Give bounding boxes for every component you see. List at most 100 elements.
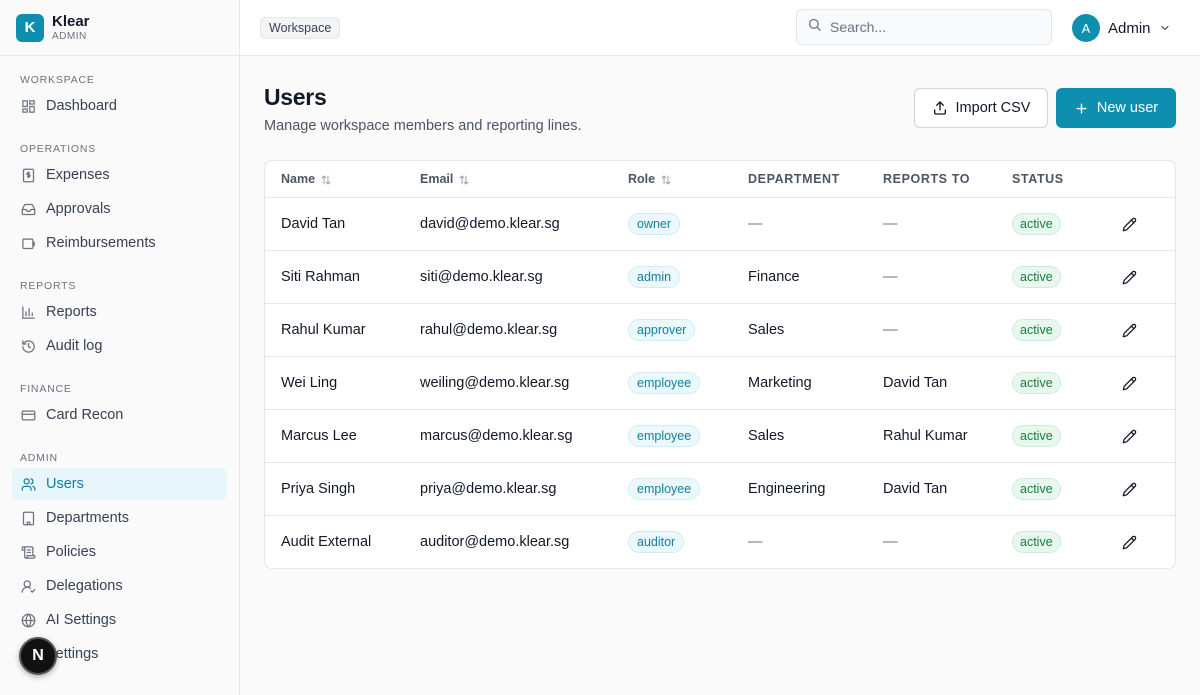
header-role[interactable]: Role <box>628 161 672 198</box>
avatar: A <box>1072 14 1100 42</box>
pencil-icon[interactable] <box>1121 322 1138 339</box>
cell-status: active <box>1012 463 1061 516</box>
nav-section: FINANCE Card Recon <box>12 381 227 431</box>
table-row[interactable]: Priya Singh priya@demo.klear.sg employee En… <box>265 463 1175 516</box>
sidebar-item-reports[interactable]: Reports <box>12 296 227 328</box>
user-menu[interactable]: A Admin <box>1072 14 1171 42</box>
import-csv-button[interactable]: Import CSV <box>914 88 1048 128</box>
header-reports-to: REPORTS TO <box>883 172 971 186</box>
chevron-down-icon <box>1159 22 1171 34</box>
status-badge: active <box>1012 266 1061 289</box>
nav-gap <box>12 433 227 450</box>
pencil-icon[interactable] <box>1121 269 1138 286</box>
dashboard-icon <box>20 98 36 114</box>
globe-icon <box>20 612 36 628</box>
pencil-icon[interactable] <box>1121 428 1138 445</box>
table-row[interactable]: Wei Ling weiling@demo.klear.sg employee Mar… <box>265 357 1175 410</box>
new-user-button[interactable]: New user <box>1056 88 1176 128</box>
cell-email: david@demo.klear.sg <box>420 216 560 232</box>
role-badge: admin <box>628 266 681 289</box>
new-user-label: New user <box>1096 100 1159 116</box>
users-icon <box>20 476 36 492</box>
user-check-icon <box>20 578 36 594</box>
floating-n-button[interactable]: N <box>19 637 57 675</box>
header-email-label: Email <box>420 172 454 186</box>
nav-section: REPORTS Reports Audit log <box>12 278 227 362</box>
breadcrumb[interactable]: Workspace <box>260 17 341 39</box>
cell-reports-to: — <box>883 322 898 338</box>
sidebar-item-approvals[interactable]: Approvals <box>12 193 227 225</box>
cell-email: priya@demo.klear.sg <box>420 481 557 497</box>
header-name[interactable]: Name <box>281 161 332 198</box>
sidebar-item-label: Expenses <box>46 167 110 183</box>
role-badge: owner <box>628 213 681 236</box>
sidebar-item-audit-log[interactable]: Audit log <box>12 330 227 362</box>
search-input[interactable] <box>830 19 1030 35</box>
table-row[interactable]: Audit External auditor@demo.klear.sg audit… <box>265 516 1175 568</box>
brand-logo: K <box>16 13 44 42</box>
sidebar-item-card-recon[interactable]: Card Recon <box>12 399 227 431</box>
status-badge: active <box>1012 425 1061 448</box>
cell-status: active <box>1012 516 1061 568</box>
cell-role: employee <box>628 463 701 516</box>
sidebar-item-reimbursements[interactable]: Reimbursements <box>12 227 227 259</box>
page-title: Users <box>264 84 327 110</box>
sidebar: K Klear ADMIN WORKSPACE Dashboard OPERATIO… <box>0 0 240 695</box>
header-department: DEPARTMENT <box>748 172 840 186</box>
role-badge: auditor <box>628 531 685 554</box>
role-badge: approver <box>628 319 696 342</box>
nav-section: OPERATIONS Expenses Approvals Reimbursement… <box>12 141 227 259</box>
cell-name: Marcus Lee <box>281 428 357 444</box>
cell-status: active <box>1012 304 1061 357</box>
nav-section-label: WORKSPACE <box>20 74 95 86</box>
brand-subtitle: ADMIN <box>52 30 87 42</box>
pencil-icon[interactable] <box>1121 534 1138 551</box>
brand[interactable]: K Klear ADMIN <box>0 0 239 56</box>
pencil-icon[interactable] <box>1121 375 1138 392</box>
cell-reports-to: David Tan <box>883 481 948 497</box>
status-badge: active <box>1012 531 1061 554</box>
sidebar-item-label: Delegations <box>46 578 123 594</box>
cell-status: active <box>1012 410 1061 463</box>
pencil-icon[interactable] <box>1121 216 1138 233</box>
user-name: Admin <box>1108 19 1151 37</box>
table-row[interactable]: Marcus Lee marcus@demo.klear.sg employee Sa… <box>265 410 1175 463</box>
import-csv-label: Import CSV <box>955 100 1031 116</box>
table-row[interactable]: Siti Rahman siti@demo.klear.sg admin Financ… <box>265 251 1175 304</box>
sidebar-item-label: Approvals <box>46 201 111 217</box>
sidebar-item-expenses[interactable]: Expenses <box>12 159 227 191</box>
sidebar-item-users[interactable]: Users <box>12 468 227 500</box>
sidebar-item-ai-settings[interactable]: AI Settings <box>12 604 227 636</box>
cell-role: approver <box>628 304 696 357</box>
table-row[interactable]: David Tan david@demo.klear.sg owner — — activ… <box>265 198 1175 251</box>
cell-name: Siti Rahman <box>281 269 360 285</box>
cell-role: employee <box>628 410 701 463</box>
credit-card-icon <box>20 407 36 423</box>
cell-role: auditor <box>628 516 685 568</box>
building-icon <box>20 510 36 526</box>
sidebar-item-label: Users <box>46 476 84 492</box>
cell-reports-to: David Tan <box>883 375 948 391</box>
cell-department: Engineering <box>748 481 826 497</box>
sort-icon <box>458 174 470 186</box>
cell-email: siti@demo.klear.sg <box>420 269 543 285</box>
nav-section: WORKSPACE Dashboard <box>12 72 227 122</box>
header-email[interactable]: Email <box>420 161 470 198</box>
search-box[interactable] <box>796 9 1052 45</box>
cell-role: admin <box>628 251 681 304</box>
page-subtitle: Manage workspace members and reporting l… <box>264 118 582 134</box>
table-row[interactable]: Rahul Kumar rahul@demo.klear.sg approver Sa… <box>265 304 1175 357</box>
pencil-icon[interactable] <box>1121 481 1138 498</box>
sidebar-item-dashboard[interactable]: Dashboard <box>12 90 227 122</box>
sidebar-item-delegations[interactable]: Delegations <box>12 570 227 602</box>
cell-email: auditor@demo.klear.sg <box>420 534 570 550</box>
nav-section-label: OPERATIONS <box>20 143 97 155</box>
sidebar-item-policies[interactable]: Policies <box>12 536 227 568</box>
cell-department: — <box>748 534 763 550</box>
cell-role: owner <box>628 198 681 251</box>
cell-department: Sales <box>748 322 785 338</box>
cell-status: active <box>1012 251 1061 304</box>
sidebar-item-departments[interactable]: Departments <box>12 502 227 534</box>
role-badge: employee <box>628 372 701 395</box>
scroll-icon <box>20 544 36 560</box>
